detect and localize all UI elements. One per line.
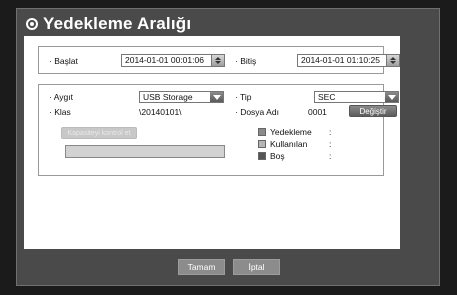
backup-legend-value: : — [329, 127, 332, 137]
device-box: · Aygıt USB Storage · Tip SEC · Klas \20… — [38, 84, 399, 176]
chevron-down-icon — [210, 92, 223, 102]
end-spinner[interactable] — [386, 55, 399, 66]
used-legend-label: Kullanılan — [270, 139, 308, 149]
settings-icon — [26, 18, 38, 30]
backup-legend-swatch — [258, 128, 266, 136]
ok-button[interactable]: Tamam — [178, 259, 225, 275]
filename-value: 0001 — [308, 107, 327, 117]
used-legend-value: : — [329, 139, 332, 149]
start-datetime-value: 2014-01-01 00:01:06 — [125, 55, 204, 65]
type-select[interactable]: SEC — [314, 91, 399, 103]
filename-label: · Dosya Adı — [235, 107, 279, 117]
check-capacity-button[interactable]: Kapasiteyi kontrol et — [61, 127, 137, 139]
device-select-value: USB Storage — [143, 92, 193, 102]
change-button-label: Değiştir — [359, 106, 387, 116]
end-datetime-field[interactable]: 2014-01-01 01:10:25 — [297, 54, 400, 67]
backup-legend-label: Yedekleme — [270, 127, 312, 137]
free-legend-swatch — [258, 152, 266, 160]
cancel-button[interactable]: İptal — [233, 259, 280, 275]
check-capacity-label: Kapasiteyi kontrol et — [67, 129, 131, 137]
spin-down-icon — [390, 61, 396, 64]
capacity-bar — [65, 145, 225, 158]
spin-up-icon — [390, 57, 396, 60]
spin-down-icon — [215, 61, 221, 64]
dialog-header: Yedekleme Aralığı — [26, 11, 191, 37]
device-select[interactable]: USB Storage — [139, 91, 224, 103]
change-button[interactable]: Değiştir — [349, 105, 397, 117]
start-datetime-field[interactable]: 2014-01-01 00:01:06 — [121, 54, 225, 67]
type-select-value: SEC — [318, 92, 336, 102]
start-spinner[interactable] — [211, 55, 224, 66]
chevron-down-icon — [385, 92, 398, 102]
end-label: · Bitiş — [235, 56, 257, 66]
ok-button-label: Tamam — [187, 262, 216, 272]
content-panel: · Başlat 2014-01-01 00:01:06 · Bitiş 201… — [24, 36, 400, 249]
folder-value: \20140101\ — [139, 107, 182, 117]
free-legend-label: Boş — [270, 151, 285, 161]
cancel-button-label: İptal — [248, 262, 265, 272]
type-label: · Tip — [235, 92, 252, 102]
used-legend-swatch — [258, 140, 266, 148]
free-legend-value: : — [329, 151, 332, 161]
spin-up-icon — [215, 57, 221, 60]
range-box: · Başlat 2014-01-01 00:01:06 · Bitiş 201… — [38, 46, 400, 74]
folder-label: · Klas — [49, 107, 71, 117]
start-label: · Başlat — [49, 56, 78, 66]
end-datetime-value: 2014-01-01 01:10:25 — [301, 55, 380, 65]
dialog-title: Yedekleme Aralığı — [43, 14, 192, 33]
device-label: · Aygıt — [49, 92, 73, 102]
